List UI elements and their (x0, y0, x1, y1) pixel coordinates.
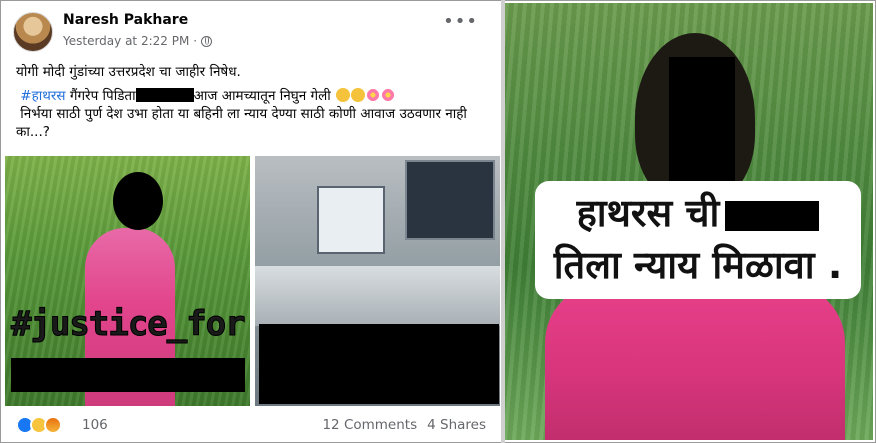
post-text-line1: योगी मोदी गुंडांच्या उत्तरप्रदेश चा जाही… (16, 64, 241, 80)
face-redaction (669, 57, 735, 185)
reactions-icons[interactable] (16, 416, 64, 434)
post-time[interactable]: Yesterday at 2:22 PM (63, 34, 189, 48)
angry-reaction-icon (44, 416, 62, 434)
face-redaction (113, 172, 163, 230)
meta-separator: · (193, 34, 198, 48)
hospital-machine (317, 186, 385, 254)
post-footer: 106 12 Comments 4 Shares (3, 411, 500, 439)
hospital-bed (255, 266, 500, 326)
globe-icon (201, 35, 213, 47)
hospital-monitor (405, 160, 495, 240)
post-photo-left[interactable]: #justice_for (5, 156, 250, 406)
hashtag-link[interactable]: #हाथरस (20, 88, 65, 104)
banner-line2: तिला न्याय मिळावा . (553, 243, 843, 287)
text-redaction (11, 358, 245, 392)
banner-line1: हाथरस ची (535, 189, 861, 237)
poster-image: हाथरस ची तिला न्याय मिळावा . (505, 3, 873, 440)
image-redaction (259, 324, 499, 404)
post-text-part3: आज आमच्यातून निघुन गेली (193, 88, 331, 104)
name-redaction (725, 200, 820, 231)
post-meta: Yesterday at 2:22 PM · (63, 34, 213, 48)
author-name[interactable]: Naresh Pakhare (63, 12, 188, 28)
flower-emoji-icon (366, 88, 381, 102)
facebook-post: Naresh Pakhare Yesterday at 2:22 PM · ••… (3, 3, 500, 440)
more-options-icon[interactable]: ••• (443, 13, 478, 31)
post-text-part2: गैंगरेप पिडिता (65, 88, 136, 104)
justice-hashtag-text: #justice_for (11, 304, 247, 345)
poster-banner: हाथरस ची तिला न्याय मिळावा . (535, 181, 861, 299)
sad-emoji-icon (351, 88, 366, 102)
banner-line1-text: हाथरस ची (576, 191, 720, 235)
post-text: योगी मोदी गुंडांच्या उत्तरप्रदेश चा जाही… (16, 63, 494, 141)
sad-emoji-icon (336, 88, 351, 102)
post-text-part4: निर्भया साठी पुर्ण देश उभा होता या बहिनी… (16, 106, 467, 140)
person-figure (545, 283, 845, 440)
reaction-count[interactable]: 106 (82, 417, 108, 433)
post-header: Naresh Pakhare Yesterday at 2:22 PM · ••… (3, 3, 500, 55)
comments-count-link[interactable]: 12 Comments (322, 417, 417, 433)
flower-emoji-icon (381, 88, 396, 102)
redacted-name (135, 88, 194, 102)
post-photo-right[interactable] (255, 156, 500, 406)
shares-count-link[interactable]: 4 Shares (427, 417, 486, 433)
avatar[interactable] (13, 12, 53, 52)
